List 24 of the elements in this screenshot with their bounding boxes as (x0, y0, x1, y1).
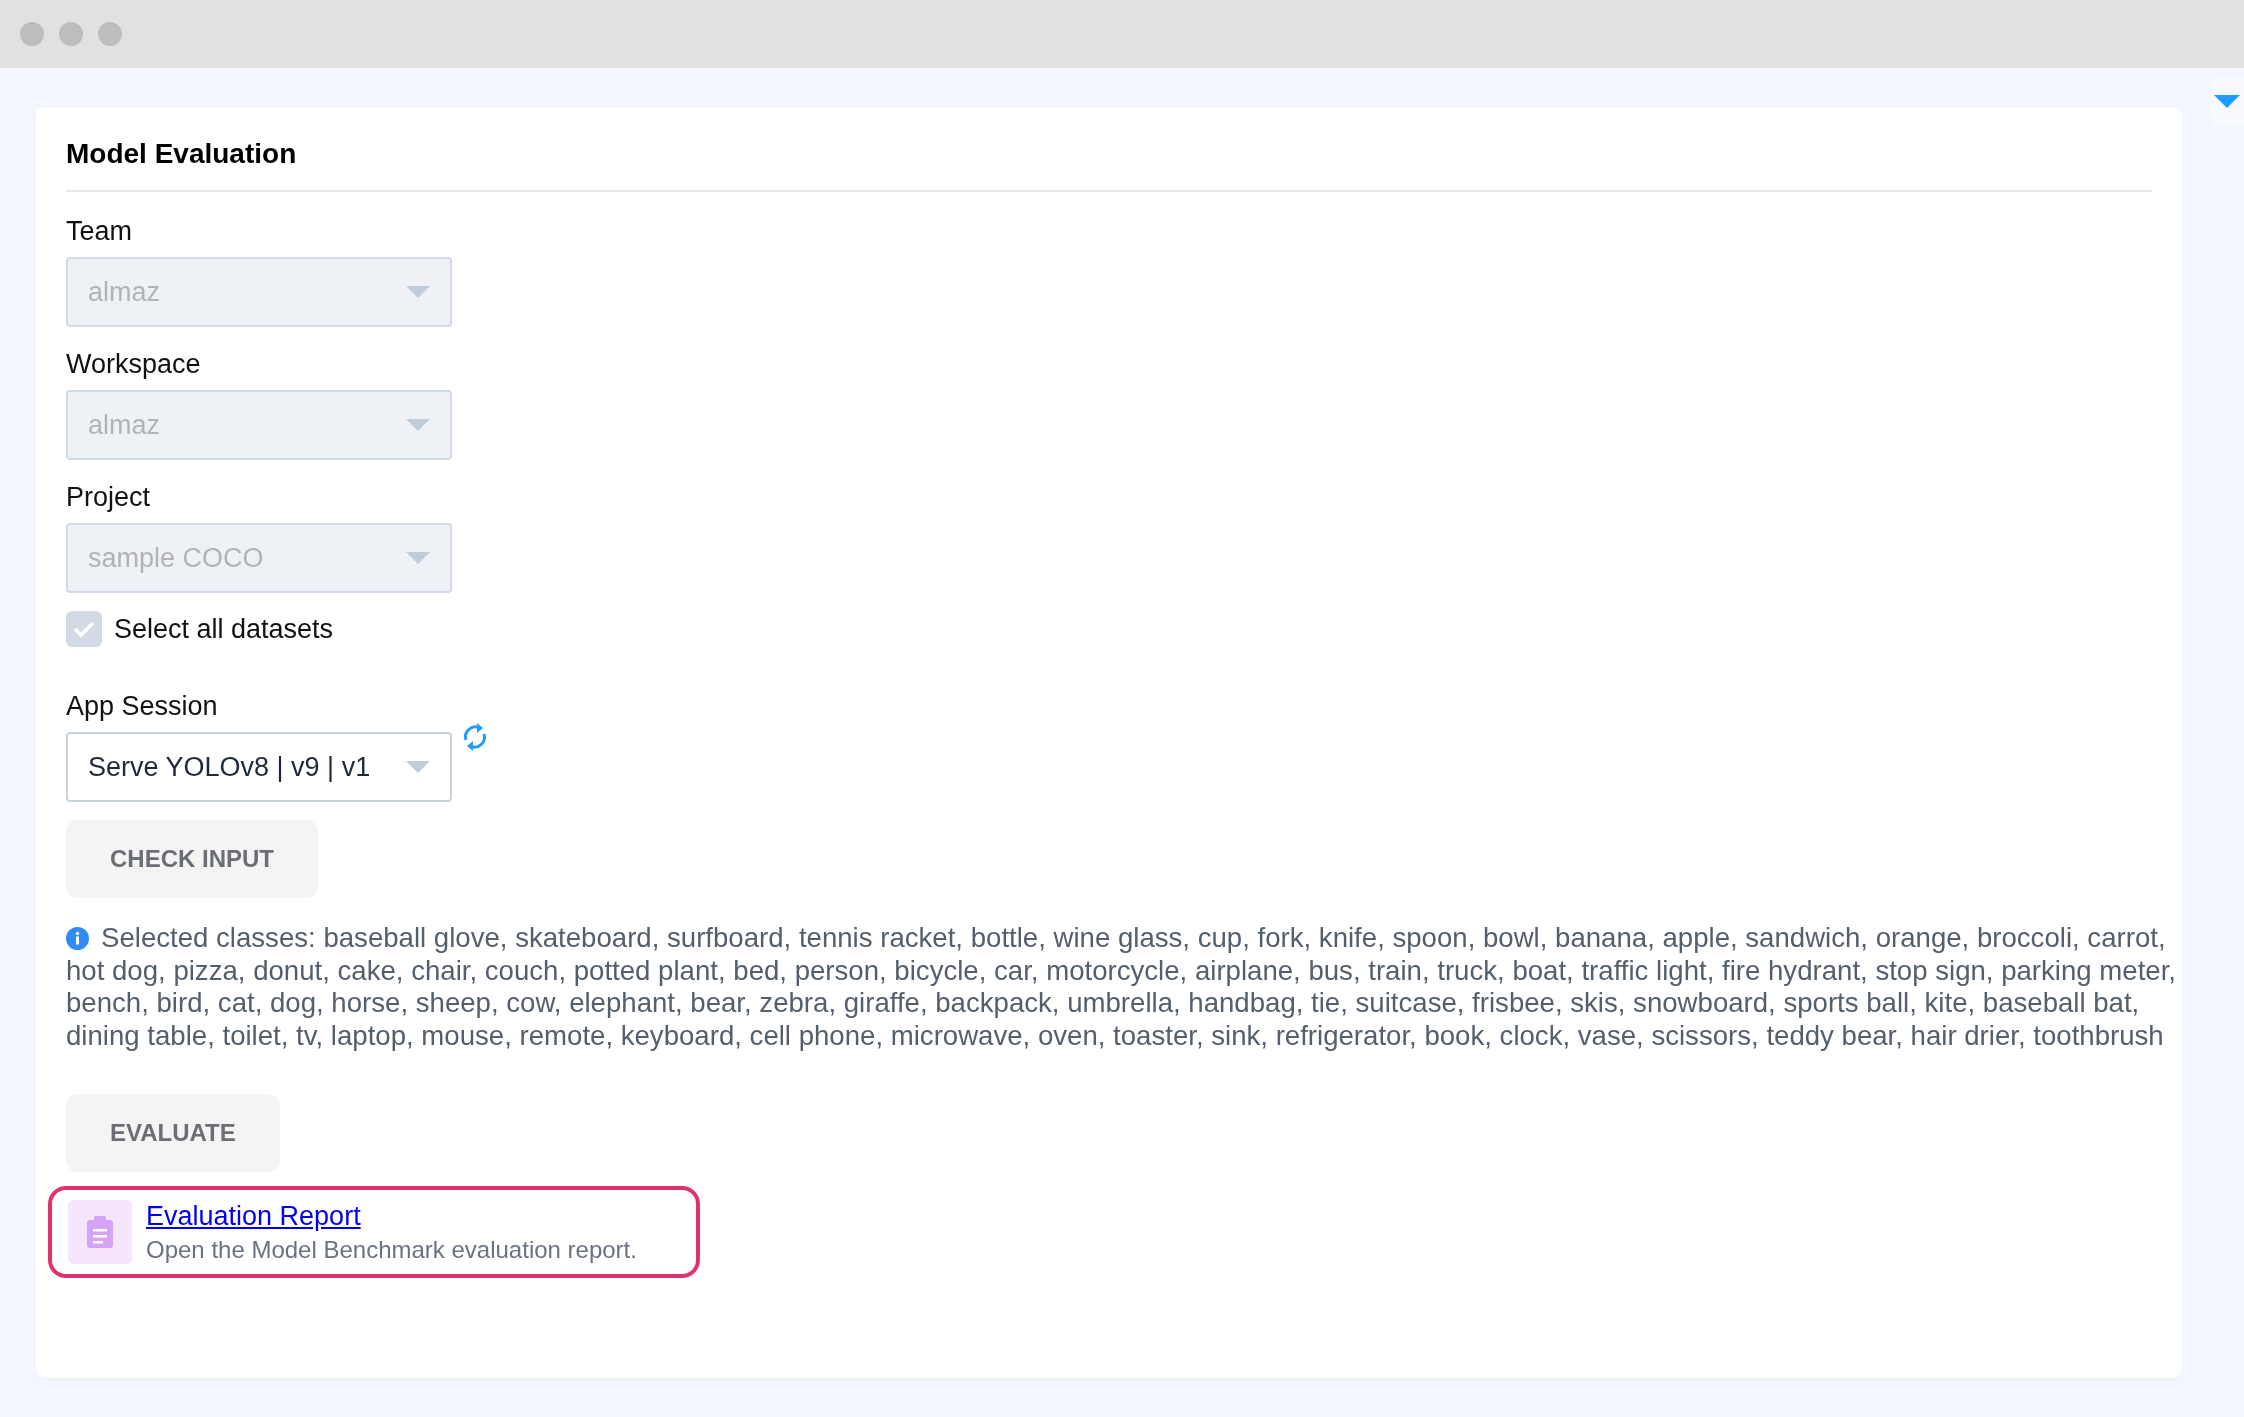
window-dot[interactable] (20, 22, 44, 46)
selected-classes-text: Selected classes: baseball glove, skateboard, surfboard, tennis racket, bottle, wine glass, cup, fork, knife, spoon, bowl, banana, apple, sandwich, orange, broccoli, carrot, hot dog, pizza, donut, cake, chair, couch, potted plant, bed, person, bicycle, car, motorcycle, airplane, bus, train, truck, boat, traffic light, fire hydrant, stop sign, parking meter, bench, bird, cat, dog, horse, sheep, cow, elephant, bear, zebra, giraffe, backpack, umbrella, handbag, tie, suitcase, frisbee, skis, snowboard, sports ball, kite, baseball bat, dining table, toilet, tv, laptop, mouse, remote, keyboard, cell phone, microwave, oven, toaster, sink, refrigerator, book, clock, vase, scissors, teddy bear, hair drier, toothbrush (66, 922, 2176, 1052)
report-description: Open the Model Benchmark evaluation report. (146, 1235, 637, 1264)
evaluate-button[interactable]: EVALUATE (66, 1094, 280, 1172)
report-link[interactable]: Evaluation Report (146, 1200, 361, 1232)
clipboard-icon (68, 1200, 132, 1264)
window-dot[interactable] (59, 22, 83, 46)
caret-icon (406, 761, 430, 773)
caret-icon (406, 286, 430, 298)
field-label: Project (66, 482, 151, 513)
checkmark-icon (73, 620, 95, 638)
check-input-button[interactable]: CHECK INPUT (66, 820, 318, 898)
caret-icon (406, 419, 430, 431)
checkbox-label: Select all datasets (114, 613, 334, 645)
info-icon (66, 927, 89, 950)
caret-icon (406, 552, 430, 564)
caret-icon (2214, 94, 2240, 108)
panel-title: Model Evaluation (66, 138, 2152, 192)
window-dot[interactable] (98, 22, 122, 46)
collapse-tab[interactable] (2210, 76, 2244, 126)
field-label: Workspace (66, 349, 201, 380)
field-label: Team (66, 216, 133, 247)
field-label: App Session (66, 691, 218, 722)
dropdown[interactable]: Serve YOLOv8 | v9 | v1 (66, 732, 452, 802)
